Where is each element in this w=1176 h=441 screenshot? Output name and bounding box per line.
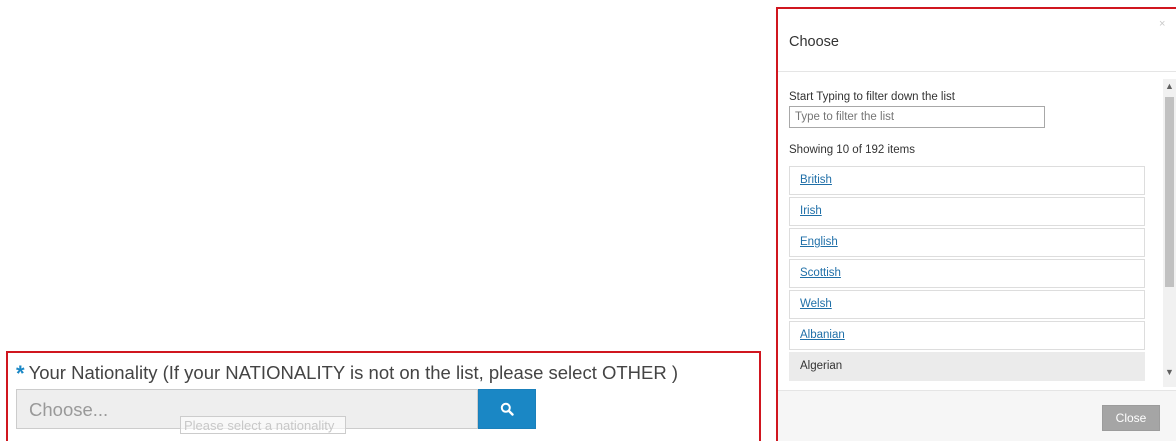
- search-button[interactable]: [478, 389, 536, 429]
- modal-body: Start Typing to filter down the list Sho…: [778, 72, 1176, 390]
- search-icon: [500, 402, 514, 416]
- list-item[interactable]: British: [789, 166, 1145, 195]
- list-item-link[interactable]: Albanian: [800, 329, 845, 341]
- nationality-label: * Your Nationality (If your NATIONALITY i…: [16, 361, 678, 387]
- list-item-link[interactable]: Scottish: [800, 267, 841, 279]
- modal-scrollbar[interactable]: ▲ ▼: [1163, 79, 1176, 387]
- list-item[interactable]: Scottish: [789, 259, 1145, 288]
- scrollbar-thumb[interactable]: [1165, 97, 1174, 287]
- list-item-link[interactable]: Welsh: [800, 298, 832, 310]
- nationality-label-text: Your Nationality (If your NATIONALITY is…: [28, 362, 679, 383]
- list-item-link[interactable]: Irish: [800, 205, 822, 217]
- page: * Your Nationality (If your NATIONALITY i…: [0, 0, 1176, 441]
- list-item-link[interactable]: English: [800, 236, 838, 248]
- filter-input[interactable]: [789, 106, 1045, 128]
- list-item[interactable]: Welsh: [789, 290, 1145, 319]
- list-item-link[interactable]: British: [800, 174, 832, 186]
- list-item[interactable]: Algerian: [789, 352, 1145, 381]
- filter-label: Start Typing to filter down the list: [789, 91, 955, 103]
- nationality-list: British Irish English Scottish Welsh Albanian…: [789, 166, 1145, 383]
- scroll-down-icon[interactable]: ▼: [1163, 365, 1176, 379]
- list-item[interactable]: Irish: [789, 197, 1145, 226]
- modal-close-icon[interactable]: ×: [1159, 18, 1165, 30]
- required-marker: *: [16, 361, 25, 386]
- scroll-up-icon[interactable]: ▲: [1163, 79, 1176, 93]
- choose-modal: × Choose Start Typing to filter down the…: [776, 7, 1176, 441]
- list-item[interactable]: English: [789, 228, 1145, 257]
- validation-tooltip: Please select a nationality: [180, 416, 346, 434]
- list-item-link[interactable]: Algerian: [800, 360, 842, 372]
- close-button[interactable]: Close: [1102, 405, 1160, 431]
- modal-title: Choose: [789, 34, 839, 50]
- list-item[interactable]: Albanian: [789, 321, 1145, 350]
- item-count-text: Showing 10 of 192 items: [789, 144, 915, 156]
- nationality-field-group: * Your Nationality (If your NATIONALITY i…: [6, 351, 761, 441]
- modal-footer: Close: [778, 391, 1176, 441]
